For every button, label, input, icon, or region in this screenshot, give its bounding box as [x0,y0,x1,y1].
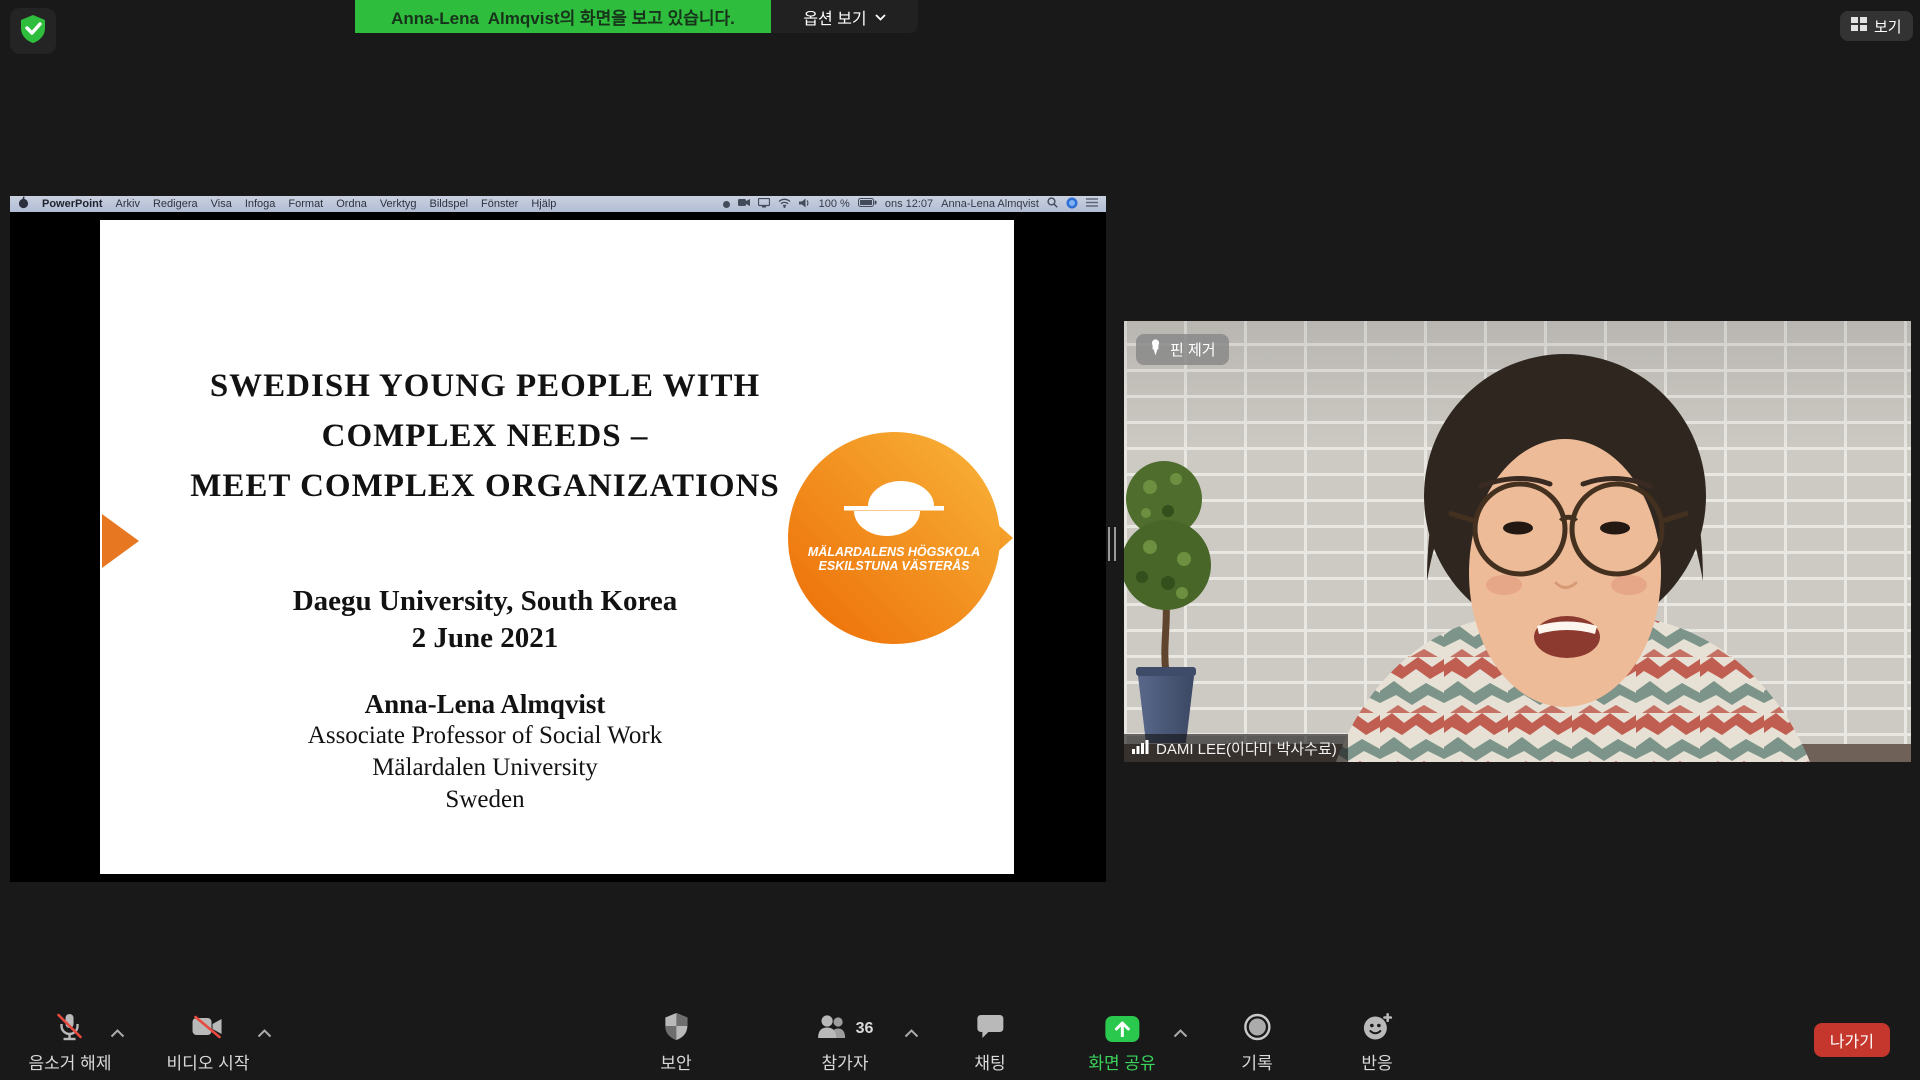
slide-subtitle-line1: Daegu University, South Korea [125,583,845,620]
menu-clock: ons 12:07 [885,198,933,210]
logo-text-line2: ESKILSTUNA VÄSTERÅS [819,558,971,573]
person [1336,354,1810,762]
menu-item-fonster[interactable]: Fönster [481,198,518,210]
slide-author-name: Anna-Lena Almqvist [125,688,845,720]
share-options-chevron-icon[interactable] [1173,1025,1188,1043]
menu-app-name[interactable]: PowerPoint [42,198,103,210]
leave-label: 나가기 [1830,1028,1874,1052]
pinned-video-tile[interactable]: 핀 제거 DAMI LEE(이다미 박사수료) [1124,321,1911,762]
slide-title-line2: COMPLEX NEEDS – [125,411,845,461]
unmute-button[interactable]: 음소거 해제 [29,1012,112,1074]
menu-item-visa[interactable]: Visa [211,198,232,210]
microphone-muted-icon [56,1012,84,1047]
share-screen-label: 화면 공유 [1088,1049,1155,1074]
options-label: 옵션 보기 [803,5,866,29]
display-status-icon [758,198,770,211]
start-video-label: 비디오 시작 [167,1049,250,1074]
chat-button[interactable]: 채팅 [974,1012,1005,1074]
grid-view-icon [1851,17,1867,35]
battery-icon [858,198,877,210]
plant [1124,461,1211,743]
screen-share-banner: Anna-Lena Almqvist의 화면을 보고 있습니다. [355,0,771,33]
pushpin-icon [1149,339,1162,360]
status-dot-icon [723,201,730,208]
shield-check-icon [19,14,47,49]
audio-level-icon [1132,739,1149,758]
banner-text: Anna-Lena Almqvist의 화면을 보고 있습니다. [391,4,735,29]
record-label: 기록 [1241,1049,1272,1074]
wifi-status-icon [778,198,791,211]
menu-item-verktyg[interactable]: Verktyg [380,198,417,210]
apple-icon [18,196,29,212]
reactions-label: 반응 [1361,1049,1392,1074]
participants-button[interactable]: 36 참가자 [817,1012,874,1074]
slide-author-university: Mälardalen University [125,752,845,784]
mac-menu-bar: PowerPoint Arkiv Redigera Visa Infoga Fo… [10,196,1106,212]
menu-item-redigera[interactable]: Redigera [153,198,198,210]
leave-meeting-button[interactable]: 나가기 [1814,1023,1890,1057]
reactions-button[interactable]: 반응 [1361,1012,1392,1074]
remove-pin-button[interactable]: 핀 제거 [1136,334,1229,365]
unmute-label: 음소거 해제 [29,1049,112,1074]
menu-item-bildspel[interactable]: Bildspel [430,198,469,210]
reactions-smiley-icon [1362,1012,1392,1047]
shared-screen: PowerPoint Arkiv Redigera Visa Infoga Fo… [10,196,1106,882]
start-video-button[interactable]: 비디오 시작 [167,1012,250,1074]
presentation-slide: SWEDISH YOUNG PEOPLE WITH COMPLEX NEEDS … [100,220,1014,874]
chat-bubble-icon [976,1014,1004,1045]
camera-off-icon [192,1015,224,1044]
slide-title-line1: SWEDISH YOUNG PEOPLE WITH [125,361,845,411]
spotlight-search-icon[interactable] [1047,197,1058,211]
mute-options-chevron-icon[interactable] [110,1025,125,1043]
participants-count: 36 [856,1020,874,1038]
security-button[interactable]: 보안 [660,1012,691,1074]
participants-icon [817,1014,849,1044]
participants-label: 참가자 [822,1049,869,1074]
menu-item-hjalp[interactable]: Hjälp [531,198,556,210]
participant-name: DAMI LEE(이다미 박사수료) [1156,738,1337,759]
slide-arrow-marker [102,514,139,568]
chevron-down-icon [875,8,886,26]
assistant-icon[interactable] [1066,197,1078,212]
view-label: 보기 [1874,16,1902,37]
zoom-meeting-window: Anna-Lena Almqvist의 화면을 보고 있습니다. 옵션 보기 보… [0,0,1920,1080]
slide-title-line3: MEET COMPLEX ORGANIZATIONS [125,461,845,511]
share-screen-button[interactable]: 화면 공유 [1088,1012,1155,1074]
camera-status-icon [738,198,750,210]
record-icon [1243,1013,1271,1046]
meeting-toolbar: 음소거 해제 비디오 시작 [0,1008,1920,1080]
slide-author-title: Associate Professor of Social Work [125,720,845,752]
slide-author-block: Anna-Lena Almqvist Associate Professor o… [125,688,845,816]
view-button[interactable]: 보기 [1840,11,1913,41]
video-scene [1124,321,1911,762]
slide-subtitle-line2: 2 June 2021 [125,620,845,657]
logo-text-line1: MÄLARDALENS HÖGSKOLA [808,544,980,559]
slide-title: SWEDISH YOUNG PEOPLE WITH COMPLEX NEEDS … [125,361,845,511]
speaker-status-icon [799,198,811,211]
participants-options-chevron-icon[interactable] [904,1025,919,1043]
security-shield-button[interactable] [10,8,56,54]
menu-volume-label: 100 % [819,198,850,210]
security-quadrant-shield-icon [663,1012,689,1046]
menu-user-name[interactable]: Anna-Lena Almqvist [941,198,1039,210]
participant-name-label: DAMI LEE(이다미 박사수료) [1124,734,1348,762]
menu-item-arkiv[interactable]: Arkiv [116,198,140,210]
slide-subtitle: Daegu University, South Korea 2 June 202… [125,583,845,657]
remove-pin-label: 핀 제거 [1170,339,1216,360]
menu-list-icon[interactable] [1086,198,1098,210]
video-options-chevron-icon[interactable] [257,1025,272,1043]
menu-item-format[interactable]: Format [288,198,323,210]
university-logo: MÄLARDALENS HÖGSKOLA ESKILSTUNA VÄSTERÅS [755,410,1020,660]
security-label: 보안 [660,1049,691,1074]
view-options-button[interactable]: 옵션 보기 [771,0,918,33]
share-screen-icon [1105,1016,1139,1042]
menu-item-ordna[interactable]: Ordna [336,198,367,210]
slide-author-country: Sweden [125,784,845,816]
chat-label: 채팅 [974,1049,1005,1074]
panel-resize-handle[interactable] [1108,527,1116,561]
record-button[interactable]: 기록 [1241,1012,1272,1074]
menu-item-infoga[interactable]: Infoga [245,198,276,210]
